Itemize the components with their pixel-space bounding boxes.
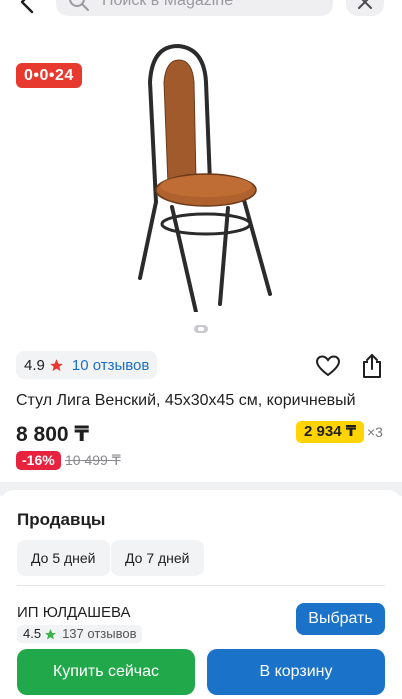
heart-icon [315,355,341,377]
image-pagination-indicator [194,325,208,333]
close-icon [358,0,372,9]
reviews-link[interactable]: 10 отзывов [72,357,150,374]
search-field[interactable]: Поиск в Magazine [56,0,333,16]
favorite-button[interactable] [315,355,341,382]
rating-chip[interactable]: 4.9 10 отзывов [16,351,158,379]
product-price: 8 800 ₸ [16,423,89,446]
product-title: Стул Лига Венский, 45х30х45 см, коричнев… [16,392,356,409]
search-placeholder: Поиск в Magazine [102,0,234,9]
share-icon [363,354,381,378]
seller-rating-chip: 4.5 137 отзывов [17,625,143,643]
choose-seller-button[interactable]: Выбрать [296,603,385,635]
back-button[interactable] [14,0,42,16]
star-icon [45,628,56,639]
timer-badge: 0•0•24 [16,63,82,88]
product-photo-chair [138,43,272,312]
rating-value: 4.9 [24,356,45,374]
old-price: 10 499 ₸ [65,452,121,468]
seller-name[interactable]: ИП ЮЛДАШЕВА [17,604,130,621]
close-button[interactable] [346,0,384,16]
installment-multiplier: ×3 [367,424,383,440]
delivery-filter-7-days[interactable]: До 7 дней [111,540,204,576]
sellers-title: Продавцы [17,510,106,529]
add-to-cart-button[interactable]: В корзину [207,649,385,695]
seller-reviews: 137 отзывов [62,626,137,641]
delivery-filter-5-days[interactable]: До 5 дней [17,540,110,576]
installment-price-badge[interactable]: 2 934 ₸ [296,421,365,443]
search-icon [69,0,89,11]
discount-badge: -16% [16,451,61,470]
share-button[interactable] [360,353,384,384]
seller-rating-value: 4.5 [23,626,42,641]
back-arrow-icon [20,0,34,14]
top-bar: Поиск в Magazine [0,0,402,18]
star-icon [50,358,63,371]
buy-now-button[interactable]: Купить сейчас [17,649,195,695]
divider [17,585,385,586]
